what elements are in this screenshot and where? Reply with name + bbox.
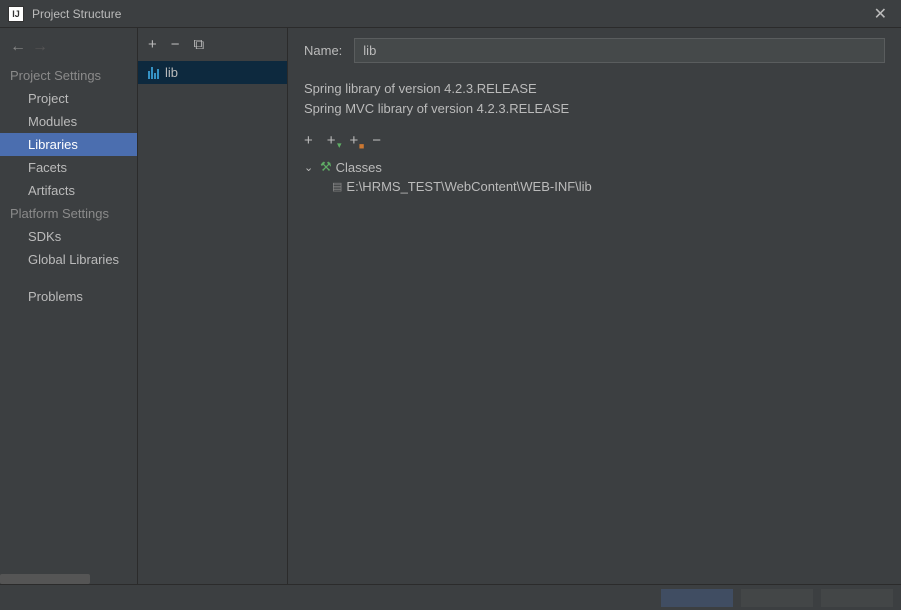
sidebar-item-project[interactable]: Project	[0, 87, 137, 110]
titlebar: IJ Project Structure ✕	[0, 0, 901, 28]
chevron-down-icon: ⌄	[304, 161, 316, 174]
sidebar-item-sdks[interactable]: SDKs	[0, 225, 137, 248]
tree-classes-row[interactable]: ⌄ ⚒ Classes	[304, 157, 885, 177]
sidebar-item-modules[interactable]: Modules	[0, 110, 137, 133]
tree-path-label: E:\HRMS_TEST\WebContent\WEB-INF\lib	[346, 179, 591, 194]
library-toolbar: + − ⧉	[138, 28, 287, 61]
library-list-panel: + − ⧉ lib	[138, 28, 288, 584]
tree-path-row[interactable]: ▤ E:\HRMS_TEST\WebContent\WEB-INF\lib	[304, 177, 885, 196]
library-icon	[148, 67, 159, 79]
name-input[interactable]	[354, 38, 885, 63]
sidebar-item-artifacts[interactable]: Artifacts	[0, 179, 137, 202]
detail-toolbar: + + + −	[304, 128, 885, 157]
folder-icon: ▤	[332, 180, 342, 193]
info-line-2: Spring MVC library of version 4.2.3.RELE…	[304, 99, 885, 119]
footer-button-cancel[interactable]	[741, 589, 813, 607]
name-label: Name:	[304, 43, 342, 58]
name-row: Name:	[304, 38, 885, 63]
add-module-button[interactable]: +	[350, 132, 359, 149]
sidebar-scrollbar[interactable]	[0, 574, 90, 584]
sidebar-item-problems[interactable]: Problems	[0, 285, 137, 308]
window-title: Project Structure	[32, 7, 868, 21]
section-project-settings: Project Settings	[0, 64, 137, 87]
back-button[interactable]: ←	[10, 38, 26, 56]
remove-library-button[interactable]: −	[171, 36, 180, 53]
forward-button[interactable]: →	[32, 38, 48, 56]
nav-arrows: ← →	[0, 34, 137, 64]
copy-library-button[interactable]: ⧉	[194, 36, 205, 53]
library-info: Spring library of version 4.2.3.RELEASE …	[304, 79, 885, 118]
add-root-button[interactable]: +	[304, 132, 313, 149]
tree-classes-label: Classes	[336, 160, 382, 175]
library-item-lib[interactable]: lib	[138, 61, 287, 84]
footer-button-apply[interactable]	[821, 589, 893, 607]
sidebar: ← → Project Settings Project Modules Lib…	[0, 28, 138, 584]
footer-button-ok[interactable]	[661, 589, 733, 607]
section-platform-settings: Platform Settings	[0, 202, 137, 225]
sidebar-item-libraries[interactable]: Libraries	[0, 133, 137, 156]
sidebar-item-facets[interactable]: Facets	[0, 156, 137, 179]
library-item-label: lib	[165, 65, 178, 80]
close-button[interactable]: ✕	[868, 4, 893, 24]
detail-panel: Name: Spring library of version 4.2.3.RE…	[288, 28, 901, 584]
footer	[0, 584, 901, 610]
app-icon: IJ	[8, 6, 24, 22]
main-area: ← → Project Settings Project Modules Lib…	[0, 28, 901, 584]
add-library-button[interactable]: +	[148, 36, 157, 53]
hammer-icon: ⚒	[320, 159, 332, 175]
info-line-1: Spring library of version 4.2.3.RELEASE	[304, 79, 885, 99]
add-special-button[interactable]: +	[327, 132, 336, 149]
sidebar-item-global-libraries[interactable]: Global Libraries	[0, 248, 137, 271]
remove-root-button[interactable]: −	[372, 132, 381, 149]
